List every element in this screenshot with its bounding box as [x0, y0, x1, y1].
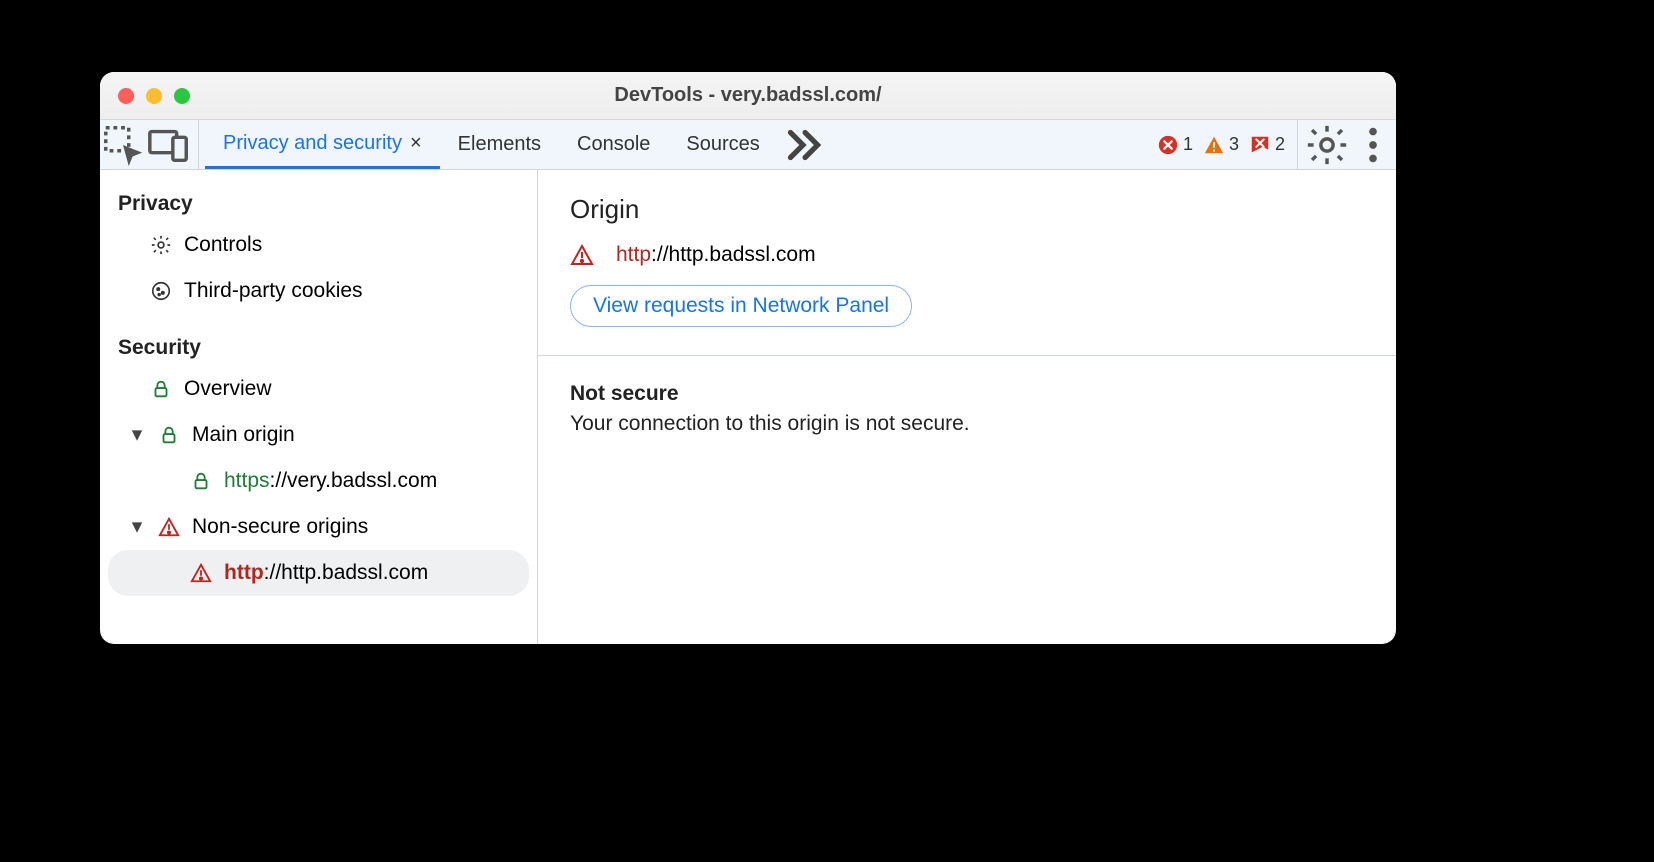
tab-label: Elements — [458, 133, 541, 156]
devtools-window: DevTools - very.badssl.com/ Privacy and … — [100, 72, 1396, 644]
settings-icon[interactable] — [1304, 120, 1350, 169]
gear-icon — [150, 234, 172, 256]
caret-down-icon[interactable]: ▾ — [128, 510, 146, 544]
rest: ://http.badssl.com — [264, 561, 429, 584]
lock-icon — [190, 470, 212, 492]
origin-heading: Origin — [570, 194, 1364, 225]
toolbar-separator — [198, 120, 199, 169]
tab-privacy-and-security[interactable]: Privacy and security × — [205, 120, 440, 169]
warning-triangle-icon — [158, 516, 180, 538]
status-body: Your connection to this origin is not se… — [570, 412, 1364, 436]
view-requests-network-panel-link[interactable]: View requests in Network Panel — [570, 285, 912, 327]
tab-label: Console — [577, 133, 650, 156]
titlebar: DevTools - very.badssl.com/ — [100, 72, 1396, 120]
sidebar-item-label: Third-party cookies — [184, 274, 363, 308]
issue-flag-icon — [1249, 134, 1271, 156]
issues-status[interactable]: 1 3 2 — [1157, 120, 1291, 169]
toolbar-separator — [1297, 120, 1298, 169]
error-icon — [1157, 134, 1179, 156]
warning-triangle-icon — [570, 243, 594, 267]
rest: ://very.badssl.com — [270, 469, 438, 492]
origin-line: http://http.badssl.com — [570, 243, 1364, 267]
origin-url: http://http.badssl.com — [616, 243, 816, 267]
window-title: DevTools - very.badssl.com/ — [100, 84, 1396, 107]
sidebar-item-label: Controls — [184, 228, 262, 262]
warning-triangle-icon — [190, 562, 212, 584]
sidebar-heading-security: Security — [100, 328, 537, 366]
origin-url: https://very.badssl.com — [224, 464, 437, 498]
panel-body: Privacy Controls Third-party cookies Sec… — [100, 170, 1396, 644]
close-window-button[interactable] — [118, 88, 134, 104]
security-status-section: Not secure Your connection to this origi… — [538, 356, 1396, 462]
scheme: https — [224, 469, 270, 492]
tab-console[interactable]: Console — [559, 120, 668, 169]
caret-down-icon[interactable]: ▾ — [128, 418, 146, 452]
lock-icon — [150, 378, 172, 400]
toolbar: Privacy and security × Elements Console … — [100, 120, 1396, 170]
link-label: View requests in Network Panel — [593, 294, 889, 318]
warning-icon — [1203, 134, 1225, 156]
sidebar-item-label: Overview — [184, 372, 272, 406]
warnings-count: 3 — [1229, 134, 1239, 155]
minimize-window-button[interactable] — [146, 88, 162, 104]
zoom-window-button[interactable] — [174, 88, 190, 104]
sidebar-item-nonsecure-origin-url[interactable]: http://http.badssl.com — [108, 550, 529, 596]
sidebar-item-third-party-cookies[interactable]: Third-party cookies — [100, 268, 537, 314]
sidebar-item-main-origin[interactable]: ▾ Main origin — [100, 412, 537, 458]
sidebar-item-main-origin-url[interactable]: https://very.badssl.com — [100, 458, 537, 504]
lock-icon — [158, 424, 180, 446]
more-tabs-icon[interactable] — [778, 120, 828, 169]
inspect-element-icon[interactable] — [100, 120, 146, 169]
rest: ://http.badssl.com — [651, 243, 816, 266]
errors-count: 1 — [1183, 134, 1193, 155]
device-toolbar-icon[interactable] — [146, 120, 192, 169]
tab-sources[interactable]: Sources — [668, 120, 777, 169]
window-controls — [118, 88, 190, 104]
sidebar-item-label: Non-secure origins — [192, 510, 368, 544]
warnings-badge[interactable]: 3 — [1203, 134, 1239, 156]
sidebar-item-overview[interactable]: Overview — [100, 366, 537, 412]
scheme: http — [224, 561, 264, 584]
sidebar-item-controls[interactable]: Controls — [100, 222, 537, 268]
origin-url: http://http.badssl.com — [224, 556, 428, 590]
tab-label: Sources — [686, 133, 759, 156]
close-tab-icon[interactable]: × — [410, 132, 422, 155]
sidebar-heading-privacy: Privacy — [100, 184, 537, 222]
tab-elements[interactable]: Elements — [440, 120, 559, 169]
kebab-menu-icon[interactable] — [1350, 120, 1396, 169]
sidebar: Privacy Controls Third-party cookies Sec… — [100, 170, 538, 644]
issues-count: 2 — [1275, 134, 1285, 155]
issues-badge[interactable]: 2 — [1249, 134, 1285, 156]
main-panel: Origin http://http.badssl.com View reque… — [538, 170, 1396, 644]
cookie-icon — [150, 280, 172, 302]
scheme: http — [616, 243, 651, 266]
status-heading: Not secure — [570, 382, 1364, 406]
sidebar-item-label: Main origin — [192, 418, 295, 452]
errors-badge[interactable]: 1 — [1157, 134, 1193, 156]
panel-tabs: Privacy and security × Elements Console … — [205, 120, 778, 169]
sidebar-item-non-secure-origins[interactable]: ▾ Non-secure origins — [100, 504, 537, 550]
origin-section: Origin http://http.badssl.com View reque… — [538, 170, 1396, 356]
tab-label: Privacy and security — [223, 132, 402, 155]
